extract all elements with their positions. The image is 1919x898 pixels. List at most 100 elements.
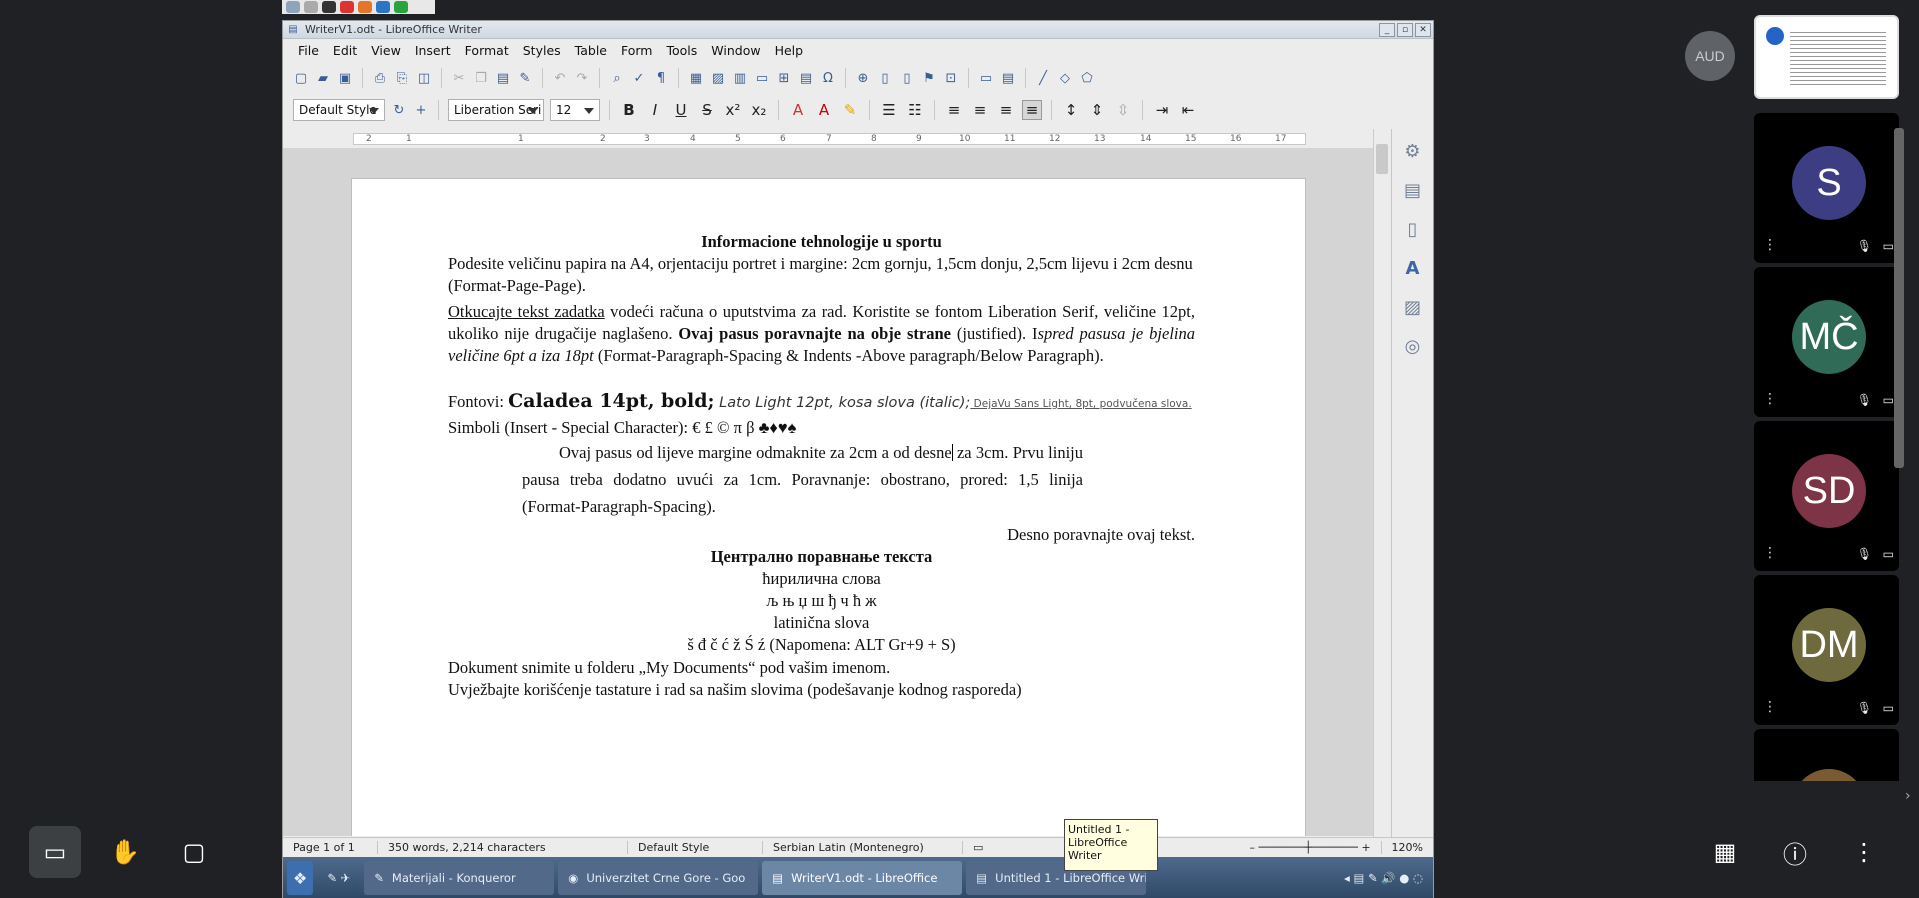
vertical-scrollbar[interactable] (1373, 129, 1389, 837)
pause-icon[interactable] (376, 1, 390, 13)
save-icon[interactable]: ▣ (337, 70, 353, 86)
menu-edit[interactable]: Edit (326, 43, 364, 58)
document-page[interactable]: Informacione tehnologije u sportu Podesi… (351, 178, 1306, 836)
endnote-icon[interactable]: ▯ (899, 70, 915, 86)
participant-tile-2[interactable]: MČ ⋮ 🎙 ▭ (1754, 267, 1899, 417)
increase-indent-icon[interactable]: ⇥ (1152, 101, 1172, 119)
insert-textbox-icon[interactable]: ▭ (754, 70, 770, 86)
superscript-icon[interactable]: x² (723, 101, 743, 119)
scrollbar-thumb[interactable] (1376, 144, 1388, 174)
redo-icon[interactable]: ↷ (574, 70, 590, 86)
gallery-icon[interactable]: ▨ (1404, 297, 1421, 318)
page-icon[interactable]: ▯ (1408, 219, 1418, 240)
decrease-indent-icon[interactable]: ⇤ (1178, 101, 1198, 119)
new-document-icon[interactable]: ▢ (293, 70, 309, 86)
menu-window[interactable]: Window (704, 43, 767, 58)
participant-tile-3[interactable]: SD ⋮ 🎙 ▭ (1754, 421, 1899, 571)
expand-chevron-icon[interactable]: › (1905, 788, 1911, 804)
tiles-scrollbar[interactable] (1891, 110, 1907, 782)
print-preview-icon[interactable]: ◫ (416, 70, 432, 86)
font-name-dropdown[interactable]: Liberation Seri (448, 99, 544, 121)
menu-format[interactable]: Format (458, 43, 516, 58)
subscript-icon[interactable]: x₂ (749, 101, 769, 119)
navigator-icon[interactable]: ◎ (1405, 336, 1421, 357)
horizontal-ruler[interactable]: 2 1 1 2 3 4 5 6 7 8 9 10 11 12 13 14 15 … (283, 131, 1383, 147)
special-character-icon[interactable]: Ω (820, 70, 836, 86)
tiles-scrollbar-thumb[interactable] (1894, 128, 1904, 468)
align-right-icon[interactable]: ≡ (996, 101, 1016, 119)
menu-form[interactable]: Form (614, 43, 660, 58)
insert-chart-icon[interactable]: ▥ (732, 70, 748, 86)
paste-icon[interactable]: ▤ (495, 70, 511, 86)
menu-view[interactable]: View (364, 43, 408, 58)
align-left-icon[interactable]: ≡ (944, 101, 964, 119)
more-options-button[interactable]: ⋮ (1838, 826, 1890, 878)
tile-menu-icon[interactable]: ⋮ (1763, 237, 1777, 253)
menu-tools[interactable]: Tools (659, 43, 704, 58)
italic-icon[interactable]: I (645, 101, 665, 119)
participant-tile-1[interactable]: S ⋮ 🎙 ▭ (1754, 113, 1899, 263)
copy-icon[interactable]: ❐ (473, 70, 489, 86)
cross-reference-icon[interactable]: ⊡ (943, 70, 959, 86)
paragraph-spacing-icon[interactable]: ⇕ (1087, 101, 1107, 119)
bookmark-icon[interactable]: ⚑ (921, 70, 937, 86)
participant-tile-5[interactable] (1754, 729, 1899, 781)
hyperlink-icon[interactable]: ⊕ (855, 70, 871, 86)
tile-menu-icon[interactable]: ⋮ (1763, 699, 1777, 715)
menu-file[interactable]: File (291, 43, 326, 58)
font-color-icon[interactable]: A (814, 101, 834, 119)
close-button[interactable]: ✕ (1415, 22, 1431, 37)
clear-formatting-icon[interactable]: A (788, 101, 808, 119)
record-icon[interactable] (304, 1, 318, 13)
chat-button[interactable]: ▢ (168, 826, 220, 878)
strikethrough-icon[interactable]: S (697, 101, 717, 119)
stop-icon[interactable] (322, 1, 336, 13)
cut-icon[interactable]: ✂ (451, 70, 467, 86)
numbering-icon[interactable]: ☷ (905, 101, 925, 119)
highlight-icon[interactable]: ✎ (840, 101, 860, 119)
maximize-button[interactable]: ▫ (1397, 22, 1413, 37)
menu-help[interactable]: Help (768, 43, 811, 58)
export-pdf-icon[interactable]: ⎙ (372, 70, 388, 86)
menu-table[interactable]: Table (568, 43, 614, 58)
layout-button[interactable]: ▦ (1699, 826, 1751, 878)
styles-a-icon[interactable]: A (1406, 258, 1420, 279)
power-icon[interactable] (340, 1, 354, 13)
align-center-icon[interactable]: ≡ (970, 101, 990, 119)
insert-table-icon[interactable]: ▦ (688, 70, 704, 86)
find-replace-icon[interactable]: ⌕ (609, 70, 625, 86)
clone-formatting-icon[interactable]: ✎ (517, 70, 533, 86)
draw-functions-icon[interactable]: ⬠ (1079, 70, 1095, 86)
paragraph-style-dropdown[interactable]: Default Style (293, 99, 385, 121)
print-icon[interactable]: ⎘ (394, 70, 410, 86)
comment-icon[interactable]: ▭ (978, 70, 994, 86)
basic-shapes-icon[interactable]: ◇ (1057, 70, 1073, 86)
line-spacing-icon[interactable]: ↕ (1061, 101, 1081, 119)
bold-icon[interactable]: B (619, 101, 639, 119)
page-break-icon[interactable]: ⊞ (776, 70, 792, 86)
screen-share-thumbnail[interactable] (1754, 15, 1899, 99)
justify-icon[interactable]: ≡ (1022, 100, 1042, 120)
minimize-button[interactable]: _ (1379, 22, 1395, 37)
formatting-marks-icon[interactable]: ¶ (653, 70, 669, 86)
app-icon[interactable] (286, 1, 300, 13)
menu-styles[interactable]: Styles (516, 43, 568, 58)
properties-gear-icon[interactable]: ⚙ (1404, 141, 1420, 162)
font-size-dropdown[interactable]: 12 (550, 99, 600, 121)
underline-icon[interactable]: U (671, 101, 691, 119)
insert-image-icon[interactable]: ▨ (710, 70, 726, 86)
spelling-icon[interactable]: ✓ (631, 70, 647, 86)
track-changes-icon[interactable]: ▤ (1000, 70, 1016, 86)
power-alt-icon[interactable] (358, 1, 372, 13)
raise-hand-button[interactable]: ✋ (99, 826, 151, 878)
insert-field-icon[interactable]: ▤ (798, 70, 814, 86)
styles-icon[interactable]: ▤ (1404, 180, 1421, 201)
new-style-icon[interactable]: + (413, 102, 429, 118)
menu-insert[interactable]: Insert (408, 43, 458, 58)
participant-tile-4[interactable]: DM ⋮ 🎙 ▭ (1754, 575, 1899, 725)
info-button[interactable]: ⓘ (1769, 826, 1821, 878)
play-icon[interactable] (394, 1, 408, 13)
update-style-icon[interactable]: ↻ (391, 102, 407, 118)
screen-share-button[interactable]: ▭ (29, 826, 81, 878)
decrease-spacing-icon[interactable]: ⇳ (1113, 101, 1133, 119)
